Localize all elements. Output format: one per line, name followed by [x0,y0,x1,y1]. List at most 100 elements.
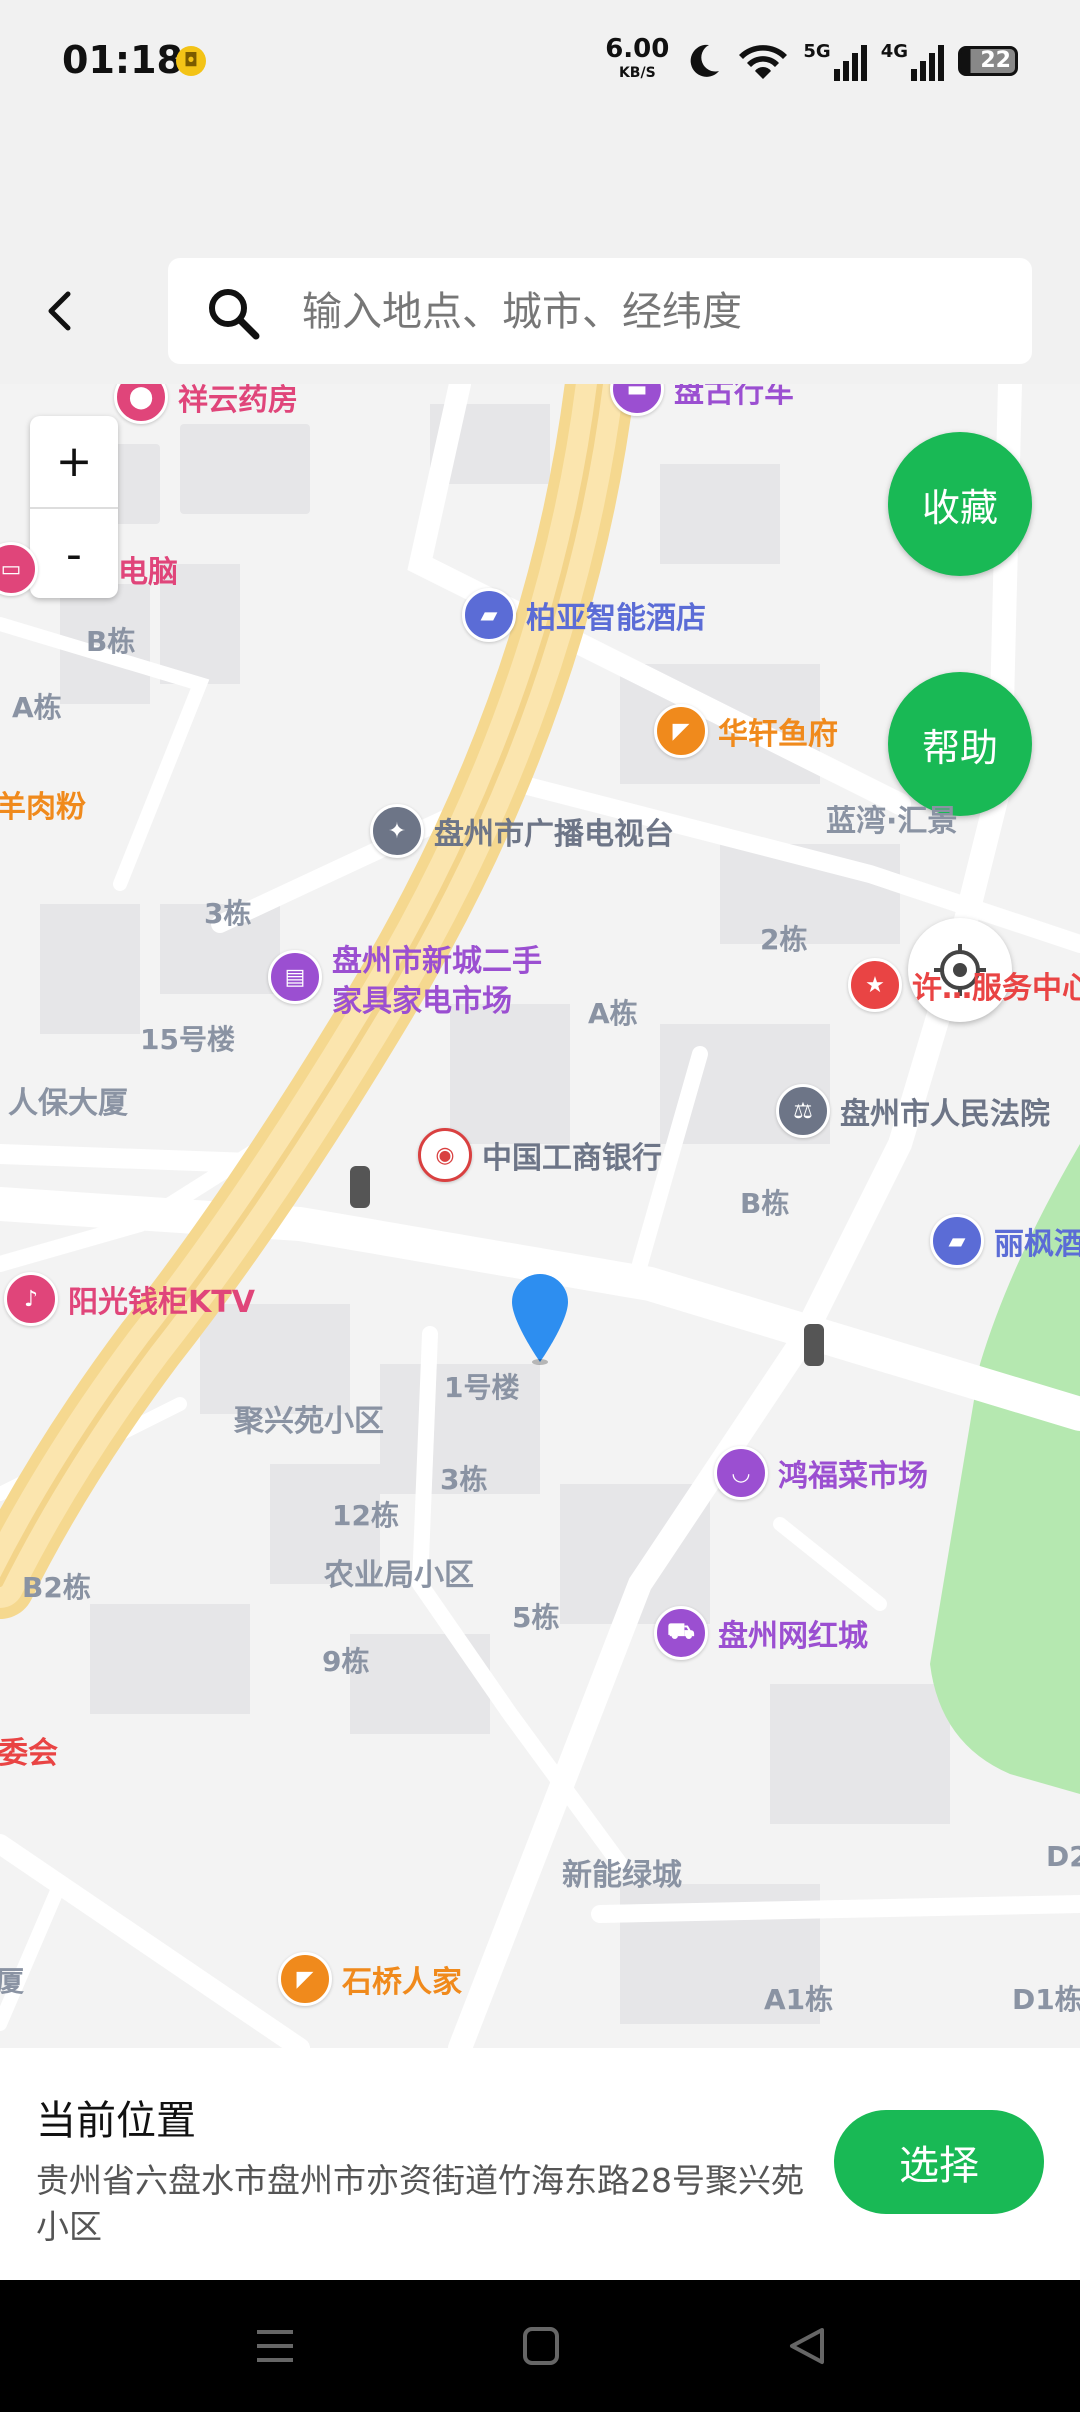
poi-court[interactable]: ⚖ 盘州市人民法院 [776,1084,1050,1138]
signal-4g-icon: 4G [881,41,944,81]
poi-hotel[interactable]: ▰ 柏亚智能酒店 [462,588,706,642]
poi-label: 石桥人家 [342,1965,462,2000]
status-icons: 6.00 KB/S 5G 4G 22 [605,36,1018,86]
map-label: 15号楼 [140,1023,235,1056]
shop-icon: ▤ [268,950,322,1004]
poi-label: 盘州市广播电视台 [434,817,674,852]
network-speed-unit: KB/S [618,65,656,81]
map-label: A栋 [12,691,62,724]
poi-service-center[interactable]: ★ 许…服务中心 [848,958,1080,1012]
favorite-button[interactable]: 收藏 [888,432,1032,576]
poi-mall[interactable]: ⛟ 盘州网红城 [654,1606,868,1660]
map-label: D2 [1046,1840,1080,1873]
map-view[interactable]: + - 收藏 帮助 ⬤ 祥云药房 ▬ 盘古行车 ▭ 电脑 ▰ 柏亚智能酒店 ◤ … [0,384,1080,2048]
car-icon: ▬ [610,384,664,416]
network-speed-value: 6.00 [605,34,670,64]
map-label: 农业局小区 [324,1558,474,1593]
zoom-in-button[interactable]: + [30,416,118,507]
map-label: B栋 [86,625,136,658]
poi-label: 盘州市新城二手 [332,944,542,979]
basket-icon: ◡ [714,1446,768,1500]
status-time: 01:18 [62,38,183,82]
poi-ktv[interactable]: ♪ 阳光钱柜KTV [4,1272,255,1326]
map-label: 2栋 [760,923,808,956]
poi-label: 盘州市人民法院 [840,1097,1050,1132]
poi-restaurant-2[interactable]: ◤ 石桥人家 [278,1952,462,2006]
battery-icon: 22 [958,46,1018,76]
poi-label: 电脑 [118,555,178,590]
mic-icon: ♪ [4,1272,58,1326]
poi-computer[interactable]: ▭ 电脑 [0,542,178,596]
court-icon: ⚖ [776,1084,830,1138]
map-label: 5栋 [512,1601,560,1634]
poi-vegetable-market[interactable]: ◡ 鸿福菜市场 [714,1446,928,1500]
poi-bank[interactable]: ◉ 中国工商银行 [418,1128,662,1182]
map-label: 9栋 [322,1645,370,1678]
poi-label: 祥云药房 [178,384,298,418]
poi-hotel-2[interactable]: ▰ 丽枫酒 [930,1214,1080,1268]
poi-label: 阳光钱柜KTV [68,1285,255,1320]
poi-label: 许…服务中心 [912,971,1080,1006]
menu-icon[interactable] [254,2326,296,2366]
poi-label: 华轩鱼府 [718,717,838,752]
network-speed: 6.00 KB/S [605,34,670,85]
moon-icon [691,44,720,77]
poi-car[interactable]: ▬ 盘古行车 [610,384,794,416]
map-label: 聚兴苑小区 [234,1404,384,1439]
bed-icon: ▰ [930,1214,984,1268]
location-panel: 当前位置 贵州省六盘水市盘州市亦资街道竹海东路28号聚兴苑小区 选择 [0,2048,1080,2280]
map-label: 12栋 [332,1499,399,1532]
restaurant-icon: ◤ [278,1952,332,2006]
signal-5g-label: 5G [803,41,831,62]
search-input[interactable] [300,258,1004,366]
system-nav-bar [0,2280,1080,2412]
map-label: 蓝湾·汇景 [826,804,958,839]
poi-tv-station[interactable]: ✦ 盘州市广播电视台 [370,804,674,858]
help-button[interactable]: 帮助 [888,672,1032,816]
tag-icon: ⬤ [114,384,168,424]
traffic-light-icon [350,1166,370,1208]
poi-label: 盘州网红城 [718,1619,868,1654]
map-label: B2栋 [22,1571,91,1604]
map-label: A1栋 [764,1983,834,2016]
search-box[interactable] [168,258,1032,366]
map-label: 羊肉粉 [0,790,86,825]
bank-icon: ◉ [418,1128,472,1182]
signal-5g-icon: 5G [803,41,867,81]
map-label: D1栋 [1012,1983,1080,2016]
poi-label: 柏亚智能酒店 [526,601,706,636]
current-location-title: 当前位置 [36,2098,196,2144]
current-address: 贵州省六盘水市盘州市亦资街道竹海东路28号聚兴苑小区 [36,2161,804,2246]
restaurant-icon: ◤ [654,704,708,758]
poi-market[interactable]: ▤ 盘州市新城二手 家具家电市场 [268,942,542,1022]
poi-pharmacy[interactable]: ⬤ 祥云药房 [114,384,298,424]
computer-icon: ▭ [0,542,38,596]
map-label: B栋 [740,1187,790,1220]
map-label: 人保大厦 [8,1086,128,1121]
traffic-light-icon [804,1324,824,1366]
poi-label-line2: 家具家电市场 [332,984,512,1019]
select-button[interactable]: 选择 [834,2110,1044,2214]
location-pin-icon [512,1274,568,1365]
notification-app-icon: ◘ [176,46,206,76]
map-label: 1号楼 [444,1371,520,1404]
status-bar: 01:18 ◘ 6.00 KB/S 5G 4G 22 [0,0,1080,125]
back-icon[interactable] [786,2326,826,2366]
search-header [0,238,1080,384]
bed-icon: ▰ [462,588,516,642]
battery-level: 22 [980,48,1011,73]
home-icon[interactable] [522,2326,560,2366]
poi-label: 鸿福菜市场 [778,1459,928,1494]
map-label: 厦 [0,1965,25,1998]
poi-restaurant[interactable]: ◤ 华轩鱼府 [654,704,838,758]
cart-icon: ⛟ [654,1606,708,1660]
poi-label: 丽枫酒 [994,1227,1080,1262]
map-label: 委会 [0,1736,58,1771]
map-label: A栋 [588,997,638,1030]
poi-label: 中国工商银行 [482,1141,662,1176]
star-icon: ★ [848,958,902,1012]
back-arrow-icon[interactable] [36,286,86,336]
broadcast-icon: ✦ [370,804,424,858]
signal-4g-label: 4G [880,41,908,62]
map-label: 新能绿城 [562,1858,682,1893]
